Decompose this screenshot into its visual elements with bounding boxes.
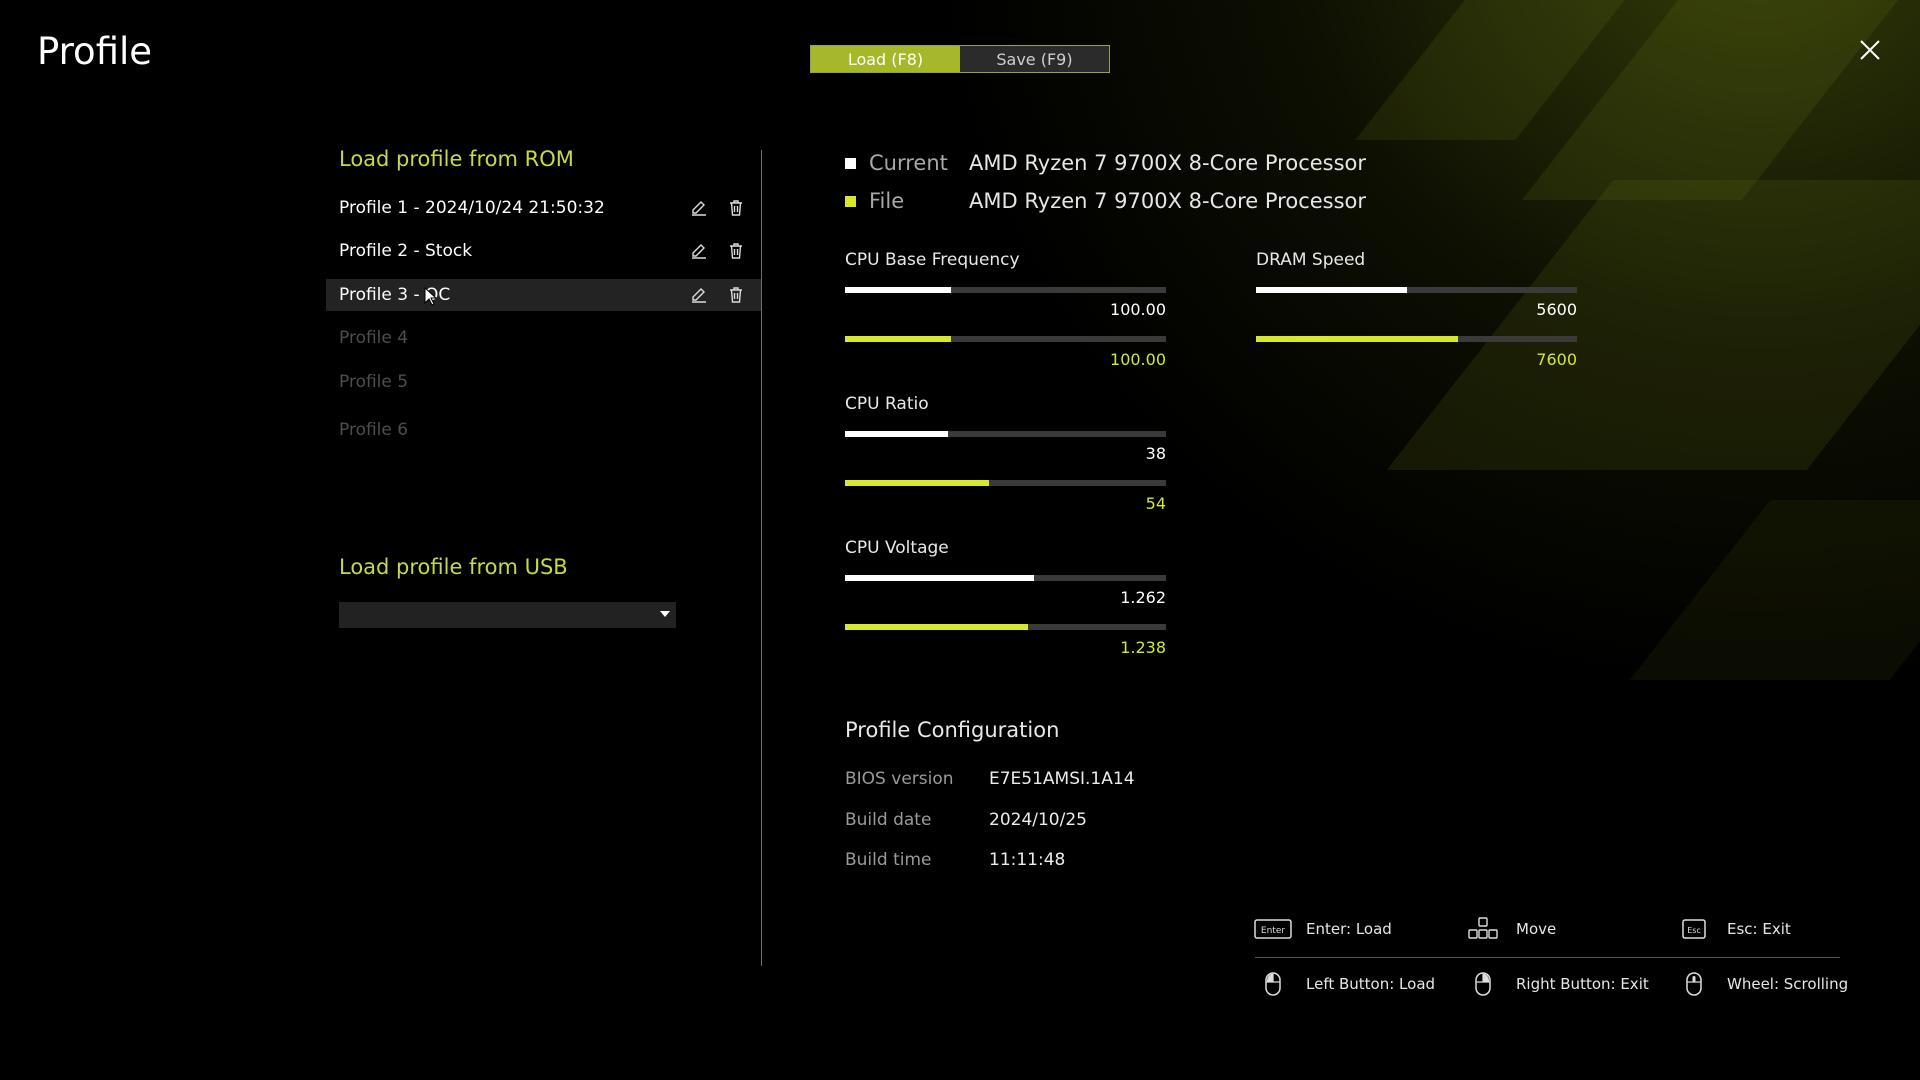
dram-speed-file-value: 7600 — [1536, 350, 1577, 369]
profile-row-4[interactable]: Profile 4 — [326, 322, 762, 354]
file-legend-square-icon — [845, 195, 856, 207]
hint-left-button-label: Left Button: Load — [1306, 975, 1436, 993]
usb-section-heading: Load profile from USB — [339, 555, 568, 579]
usb-profile-select[interactable] — [339, 602, 676, 628]
cpu-base-frequency-label: CPU Base Frequency — [845, 250, 1020, 270]
cpu-ratio-current-value: 38 — [1145, 444, 1166, 463]
file-cpu-row: File AMD Ryzen 7 9700X 8-Core Processor — [845, 189, 1366, 213]
mouse-wheel-icon — [1675, 972, 1713, 996]
rom-section-heading: Load profile from ROM — [339, 147, 574, 171]
current-label: Current — [869, 151, 948, 175]
panel-divider — [761, 150, 762, 966]
cpu-base-frequency-file-value: 100.00 — [1110, 350, 1166, 369]
dropdown-arrow-icon — [660, 611, 670, 617]
trash-icon[interactable] — [725, 284, 747, 306]
hint-left-button: Left Button: Load — [1254, 972, 1435, 996]
hint-right-button-label: Right Button: Exit — [1516, 975, 1649, 993]
cpu-base-frequency-file-bar — [845, 336, 1166, 342]
hint-esc-label: Esc: Exit — [1727, 920, 1791, 938]
profile-configuration-title: Profile Configuration — [845, 718, 1060, 742]
cpu-voltage-file-bar — [845, 624, 1166, 630]
profile-name: Profile 3 - OC — [339, 285, 451, 305]
esc-key-text: Esc — [1687, 926, 1701, 935]
build-date-label: Build date — [845, 810, 932, 830]
hint-right-button: Right Button: Exit — [1464, 972, 1649, 996]
mouse-left-button-icon — [1254, 972, 1292, 996]
cpu-ratio-file-value: 54 — [1145, 494, 1166, 513]
enter-key-text: Enter — [1261, 926, 1285, 936]
bar-fill — [845, 431, 948, 437]
dram-speed-label: DRAM Speed — [1256, 250, 1366, 270]
profile-row-5[interactable]: Profile 5 — [326, 366, 762, 398]
bar-fill — [845, 480, 990, 486]
hint-divider — [1255, 957, 1840, 958]
close-button[interactable] — [1856, 36, 1884, 64]
cpu-base-frequency-current-value: 100.00 — [1110, 300, 1166, 319]
bar-fill — [1256, 287, 1407, 293]
edit-icon[interactable] — [688, 240, 710, 262]
trash-icon[interactable] — [725, 240, 747, 262]
profile-name: Profile 1 - 2024/10/24 21:50:32 — [339, 198, 605, 218]
mouse-cursor-icon — [424, 287, 437, 306]
profile-row-6[interactable]: Profile 6 — [326, 414, 762, 446]
cpu-voltage-file-value: 1.238 — [1120, 638, 1166, 657]
hint-enter-label: Enter: Load — [1306, 920, 1392, 938]
build-time-value: 11:11:48 — [989, 850, 1066, 870]
bios-version-label: BIOS version — [845, 769, 954, 789]
cpu-base-frequency-current-bar — [845, 287, 1166, 293]
arrow-keys-icon — [1464, 917, 1502, 941]
dram-speed-file-bar — [1256, 336, 1577, 342]
current-cpu-row: Current AMD Ryzen 7 9700X 8-Core Process… — [845, 151, 1366, 175]
hint-move-label: Move — [1516, 920, 1557, 938]
profile-name: Profile 5 — [339, 372, 409, 392]
build-time-label: Build time — [845, 850, 932, 870]
bar-fill — [845, 336, 951, 342]
current-cpu-value: AMD Ryzen 7 9700X 8-Core Processor — [969, 151, 1367, 175]
bar-fill — [845, 287, 951, 293]
esc-key-icon: Esc — [1675, 917, 1713, 941]
page-title: Profile — [37, 30, 153, 73]
bar-fill — [845, 624, 1028, 630]
close-icon — [1860, 40, 1880, 60]
file-cpu-value: AMD Ryzen 7 9700X 8-Core Processor — [969, 189, 1367, 213]
dram-speed-current-bar — [1256, 287, 1577, 293]
profile-row-3[interactable]: Profile 3 - OC — [326, 279, 762, 311]
mode-tabs: Load (F8) Save (F9) — [810, 45, 1110, 73]
file-label: File — [869, 189, 905, 213]
hint-move: Move — [1464, 917, 1556, 941]
edit-icon[interactable] — [688, 197, 710, 219]
profile-name: Profile 6 — [339, 420, 409, 440]
build-date-value: 2024/10/25 — [989, 810, 1087, 830]
enter-key-icon: Enter — [1254, 917, 1292, 941]
cpu-ratio-label: CPU Ratio — [845, 394, 929, 414]
cpu-voltage-current-bar — [845, 575, 1166, 581]
bios-version-value: E7E51AMSI.1A14 — [989, 769, 1135, 789]
bar-fill — [1256, 336, 1459, 342]
profile-row-1[interactable]: Profile 1 - 2024/10/24 21:50:32 — [326, 192, 762, 224]
cpu-voltage-label: CPU Voltage — [845, 538, 949, 558]
tab-load[interactable]: Load (F8) — [811, 46, 960, 72]
current-legend-square-icon — [845, 157, 856, 169]
tab-save[interactable]: Save (F9) — [960, 46, 1109, 72]
cpu-ratio-current-bar — [845, 431, 1166, 437]
mouse-right-button-icon — [1464, 972, 1502, 996]
profile-name: Profile 2 - Stock — [339, 241, 473, 261]
hint-esc: Esc Esc: Exit — [1675, 917, 1791, 941]
trash-icon[interactable] — [725, 197, 747, 219]
hint-wheel-label: Wheel: Scrolling — [1727, 975, 1849, 993]
edit-icon[interactable] — [688, 284, 710, 306]
profile-name: Profile 4 — [339, 328, 409, 348]
profile-row-2[interactable]: Profile 2 - Stock — [326, 235, 762, 267]
dram-speed-current-value: 5600 — [1536, 300, 1577, 319]
hint-wheel: Wheel: Scrolling — [1675, 972, 1848, 996]
cpu-voltage-current-value: 1.262 — [1120, 588, 1166, 607]
hint-enter: Enter Enter: Load — [1254, 917, 1392, 941]
cpu-ratio-file-bar — [845, 480, 1166, 486]
bar-fill — [845, 575, 1035, 581]
